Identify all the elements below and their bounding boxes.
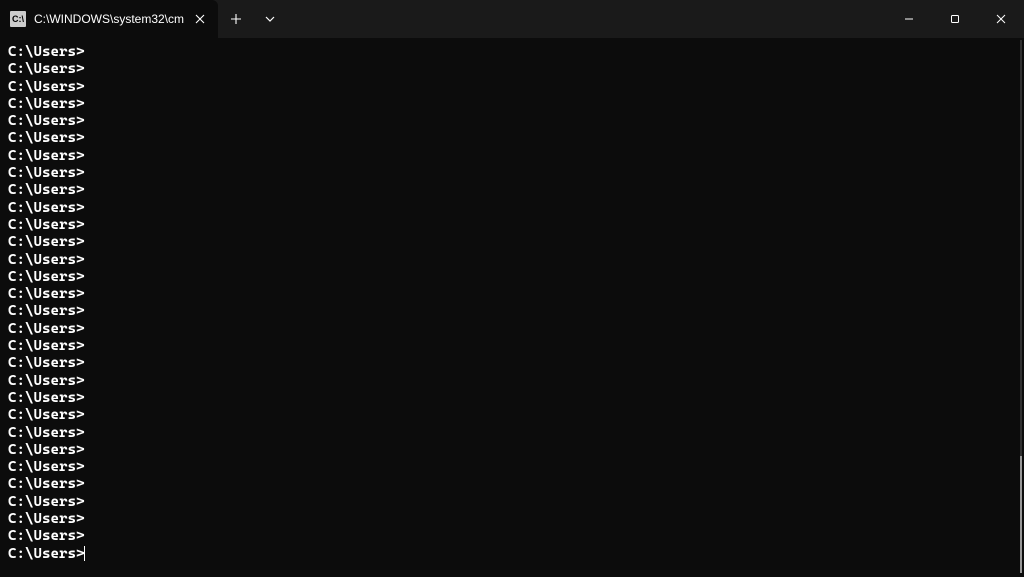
prompt-line: C:\Users> — [8, 165, 1016, 182]
prompt-line: C:\Users> — [8, 200, 1016, 217]
prompt-line: C:\Users> — [8, 546, 1016, 563]
minimize-button[interactable] — [886, 0, 932, 38]
prompt-line: C:\Users> — [8, 511, 1016, 528]
close-window-button[interactable] — [978, 0, 1024, 38]
maximize-button[interactable] — [932, 0, 978, 38]
window-controls — [886, 0, 1024, 38]
prompt-line: C:\Users> — [8, 113, 1016, 130]
terminal-tab[interactable]: C:\ C:\WINDOWS\system32\cmd. — [0, 0, 218, 38]
new-tab-button[interactable] — [218, 0, 254, 38]
tab-dropdown-button[interactable] — [254, 0, 286, 38]
prompt-line: C:\Users> — [8, 217, 1016, 234]
prompt-line: C:\Users> — [8, 44, 1016, 61]
text-cursor — [84, 546, 85, 561]
cmd-icon: C:\ — [10, 11, 26, 27]
prompt-line: C:\Users> — [8, 459, 1016, 476]
terminal-output[interactable]: C:\Users>C:\Users>C:\Users>C:\Users>C:\U… — [0, 38, 1024, 577]
prompt-line: C:\Users> — [8, 234, 1016, 251]
prompt-line: C:\Users> — [8, 96, 1016, 113]
prompt-line: C:\Users> — [8, 303, 1016, 320]
titlebar: C:\ C:\WINDOWS\system32\cmd. — [0, 0, 1024, 38]
prompt-line: C:\Users> — [8, 130, 1016, 147]
prompt-line: C:\Users> — [8, 252, 1016, 269]
prompt-line: C:\Users> — [8, 182, 1016, 199]
prompt-line: C:\Users> — [8, 407, 1016, 424]
scrollbar-thumb[interactable] — [1020, 456, 1022, 573]
tab-title: C:\WINDOWS\system32\cmd. — [34, 12, 184, 26]
prompt-line: C:\Users> — [8, 338, 1016, 355]
prompt-line: C:\Users> — [8, 355, 1016, 372]
prompt-line: C:\Users> — [8, 528, 1016, 545]
prompt-line: C:\Users> — [8, 79, 1016, 96]
prompt-line: C:\Users> — [8, 148, 1016, 165]
prompt-line: C:\Users> — [8, 61, 1016, 78]
close-tab-button[interactable] — [192, 11, 208, 27]
scrollbar-track[interactable] — [1020, 40, 1022, 573]
prompt-line: C:\Users> — [8, 425, 1016, 442]
prompt-line: C:\Users> — [8, 442, 1016, 459]
prompt-line: C:\Users> — [8, 390, 1016, 407]
prompt-line: C:\Users> — [8, 269, 1016, 286]
titlebar-drag-area[interactable] — [286, 0, 886, 38]
prompt-line: C:\Users> — [8, 321, 1016, 338]
prompt-line: C:\Users> — [8, 494, 1016, 511]
prompt-line: C:\Users> — [8, 286, 1016, 303]
prompt-line: C:\Users> — [8, 476, 1016, 493]
prompt-line: C:\Users> — [8, 373, 1016, 390]
